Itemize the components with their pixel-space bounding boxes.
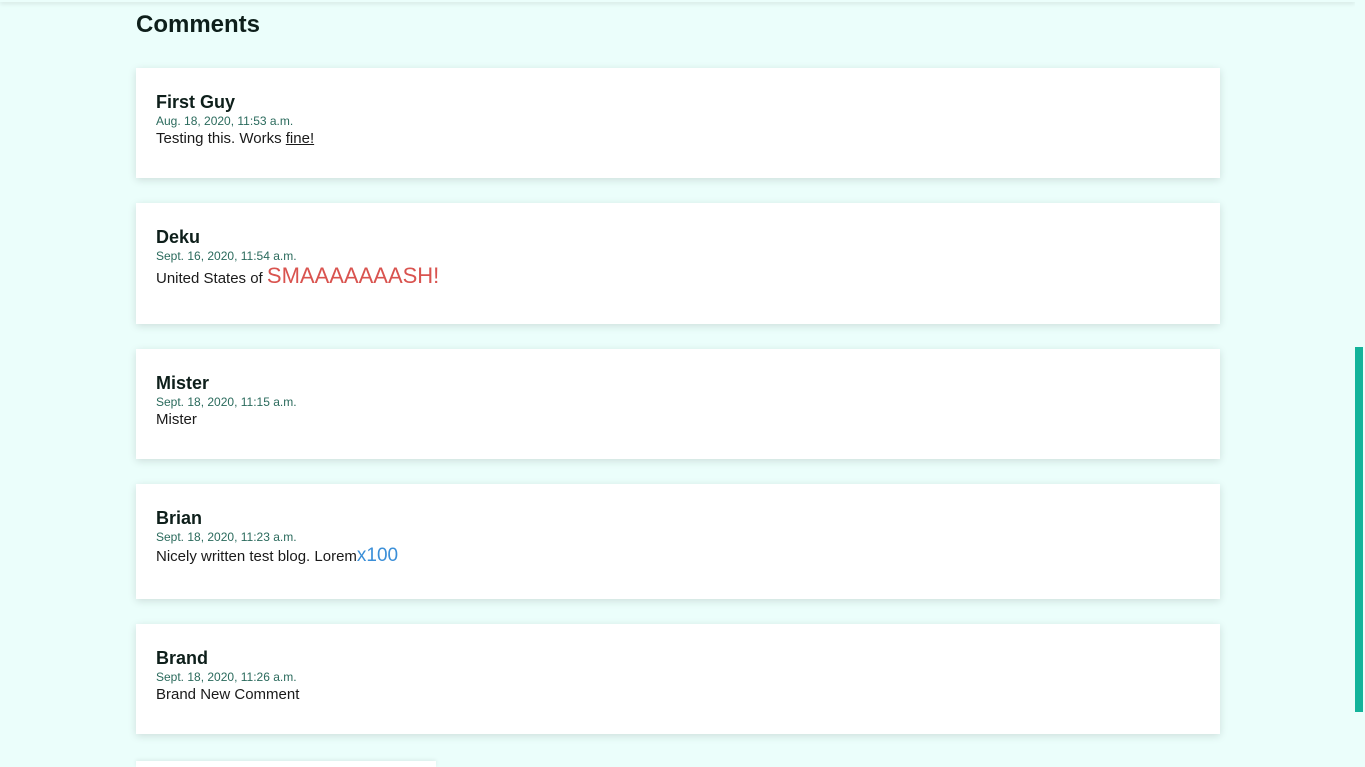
comment-card: Mister Sept. 18, 2020, 11:15 a.m. Mister [136,349,1220,459]
comment-card: Brand Sept. 18, 2020, 11:26 a.m. Brand N… [136,624,1220,734]
comment-body: Nicely written test blog. Loremx100 [156,546,1200,567]
next-element-edge [136,761,436,767]
comment-author: Brian [156,508,203,528]
comment-date: Sept. 18, 2020, 11:15 a.m. [156,395,297,409]
comment-body: Testing this. Works fine! [156,129,1200,149]
comment-body: Mister [156,411,197,428]
comment-card: First Guy Aug. 18, 2020, 11:53 a.m. Test… [136,68,1220,178]
comment-body-text: Testing this. Works [156,130,286,147]
comment-author: Brand [156,648,209,668]
scrollbar-track[interactable] [1355,0,1365,767]
section-title: Comments [136,11,261,38]
comment-author: Mister [156,373,210,393]
comment-body: United States of SMAAAAAAASH! [156,263,1200,289]
comment-date: Sept. 18, 2020, 11:23 a.m. [156,530,297,544]
comment-body: Brand New Comment [156,686,300,703]
comment-date: Aug. 18, 2020, 11:53 a.m. [156,114,294,128]
comment-date: Sept. 16, 2020, 11:54 a.m. [156,249,297,263]
comment-author: Deku [156,227,201,247]
comment-body-red: SMAAAAAAASH! [266,263,440,288]
comment-card: Brian Sept. 18, 2020, 11:23 a.m. Nicely … [136,484,1220,599]
comment-body-underlined: fine! [285,130,315,147]
comment-body-text: United States of [156,270,267,287]
comment-author: First Guy [156,92,236,112]
comment-body-blue: x100 [356,545,399,566]
comment-card: Deku Sept. 16, 2020, 11:54 a.m. United S… [136,203,1220,324]
comment-body-text: Nicely written test blog. Lorem [156,548,357,565]
comment-date: Sept. 18, 2020, 11:26 a.m. [156,670,297,684]
top-header-edge [0,0,1355,2]
scrollbar-thumb[interactable] [1355,347,1363,712]
